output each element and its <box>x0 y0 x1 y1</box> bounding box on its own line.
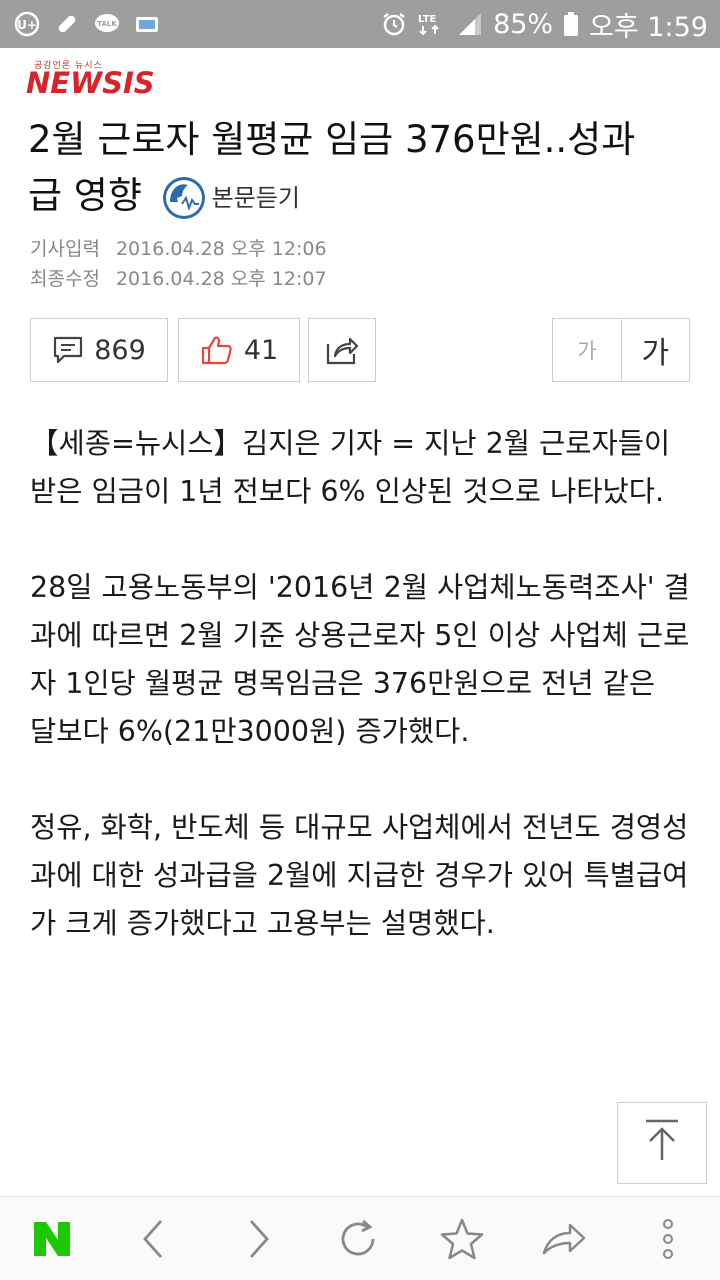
forward-button[interactable] <box>234 1215 282 1263</box>
newsis-logo[interactable]: NEWSIS <box>26 66 155 100</box>
article-paragraph-3: 정유, 화학, 반도체 등 대규모 사업체에서 전년도 경영성과에 대한 성과급… <box>30 811 689 940</box>
published-value: 2016.04.28 오후 12:06 <box>115 238 327 260</box>
like-button[interactable]: 41 <box>178 318 300 382</box>
arrow-up-icon <box>642 1118 682 1168</box>
article-paragraph-2: 28일 고용노동부의 '2016년 2월 사업체노동력조사' 결과에 따르면 2… <box>30 571 690 748</box>
clock: 오후 1:59 <box>589 11 708 43</box>
updated-row: 최종수정 2016.04.28 오후 12:07 <box>30 264 327 294</box>
star-icon <box>439 1217 485 1261</box>
comment-icon <box>52 335 84 365</box>
more-vertical-icon <box>660 1218 676 1260</box>
refresh-icon <box>337 1217 381 1261</box>
updated-label: 최종수정 <box>30 268 100 290</box>
refresh-button[interactable] <box>335 1215 383 1263</box>
text-to-speech-icon <box>162 176 206 220</box>
title-line-1: 2월 근로자 월평균 임금 376만원..성과 <box>28 118 636 161</box>
chevron-right-icon <box>243 1217 273 1261</box>
browser-bottom-bar <box>0 1196 720 1280</box>
lte-signal-icon: LTE <box>417 11 447 37</box>
updated-value: 2016.04.28 오후 12:07 <box>115 268 327 290</box>
battery-percent: 85% <box>493 8 554 40</box>
article-title: 2월 근로자 월평균 임금 376만원..성과 급 영향 본문듣기 <box>28 112 692 226</box>
naver-logo-icon <box>32 1220 72 1258</box>
title-line-2-row: 급 영향 본문듣기 <box>28 168 692 226</box>
back-button[interactable] <box>130 1215 178 1263</box>
title-line-2: 급 영향 <box>28 174 142 217</box>
image-notification-icon <box>134 11 160 37</box>
share-page-button[interactable] <box>540 1215 588 1263</box>
svg-text:U+: U+ <box>17 18 37 32</box>
battery-icon <box>563 11 579 37</box>
chevron-left-icon <box>139 1217 169 1261</box>
notification-icons: U+ TALK <box>14 11 160 37</box>
font-smaller-button[interactable]: 가 <box>553 319 621 381</box>
font-size-toggle: 가 가 <box>552 318 690 382</box>
status-bar: U+ TALK LTE 85% 오후 1:59 <box>0 0 720 48</box>
listen-button[interactable]: 본문듣기 <box>162 170 300 226</box>
svg-text:LTE: LTE <box>418 14 437 25</box>
thumbs-up-icon <box>200 334 234 366</box>
more-menu-button[interactable] <box>644 1215 692 1263</box>
font-larger-button[interactable]: 가 <box>620 319 690 381</box>
system-status: LTE 85% 오후 1:59 <box>381 5 708 44</box>
signal-bars-icon <box>457 11 483 37</box>
comments-count: 869 <box>94 334 146 366</box>
bookmark-button[interactable] <box>438 1215 486 1263</box>
site-header: 공감언론 뉴시스 NEWSIS <box>0 48 720 100</box>
naver-home-button[interactable] <box>28 1215 76 1263</box>
article-meta: 기사입력 2016.04.28 오후 12:06 최종수정 2016.04.28… <box>30 234 327 294</box>
article-body: 【세종=뉴시스】김지은 기자 = 지난 2월 근로자들이 받은 임금이 1년 전… <box>30 420 690 996</box>
share-button[interactable] <box>308 318 376 382</box>
likes-count: 41 <box>243 334 279 366</box>
share-icon <box>324 334 360 366</box>
article-paragraph-1: 【세종=뉴시스】김지은 기자 = 지난 2월 근로자들이 받은 임금이 1년 전… <box>30 427 671 508</box>
svg-text:TALK: TALK <box>97 20 117 28</box>
uplus-icon: U+ <box>14 11 40 37</box>
published-label: 기사입력 <box>30 238 100 260</box>
comments-button[interactable]: 869 <box>30 318 168 382</box>
published-row: 기사입력 2016.04.28 오후 12:06 <box>30 234 327 264</box>
alarm-icon <box>381 11 407 37</box>
scroll-to-top-button[interactable] <box>617 1102 707 1184</box>
kakaotalk-icon: TALK <box>94 11 120 37</box>
pill-icon <box>54 11 80 37</box>
forward-share-icon <box>540 1219 588 1259</box>
listen-label: 본문듣기 <box>211 183 300 212</box>
